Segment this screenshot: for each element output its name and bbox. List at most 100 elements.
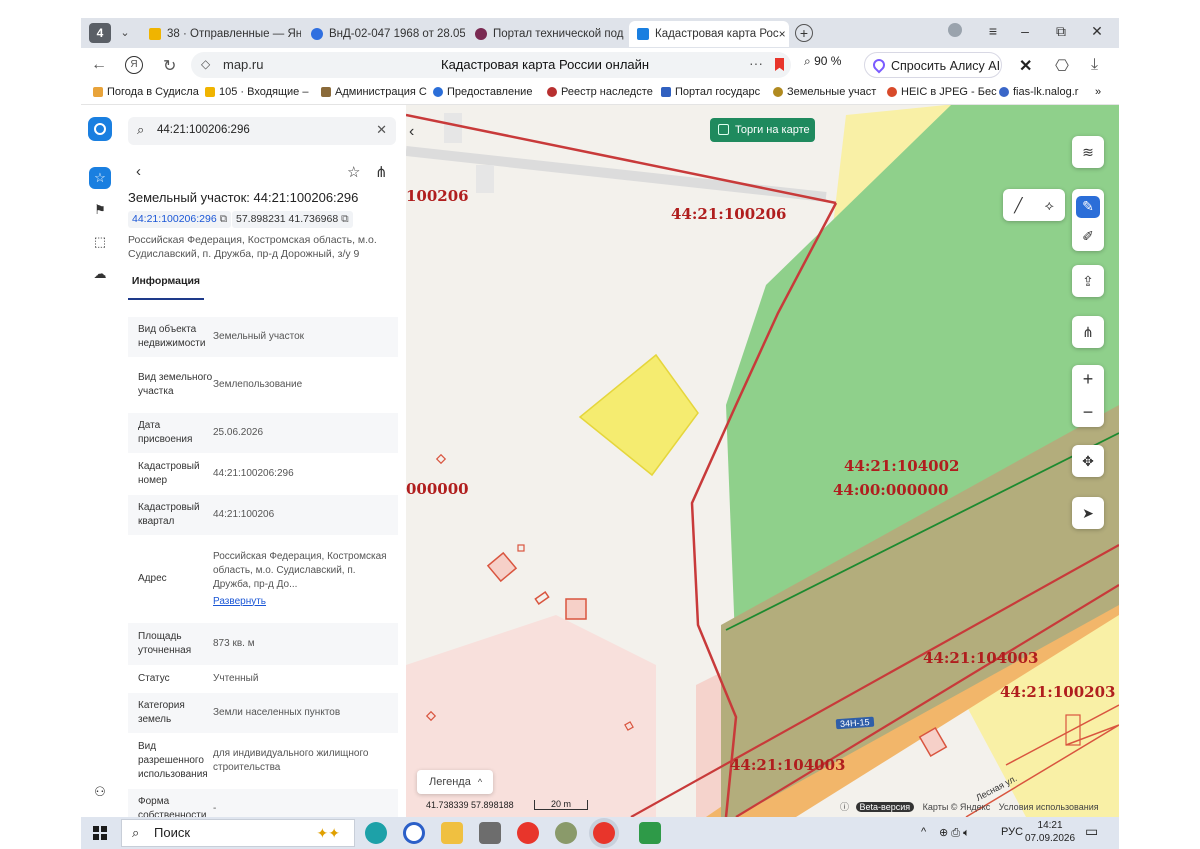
tab-label: Портал технической под [493, 28, 624, 40]
taskbar-search-field[interactable]: ⌕ Поиск ✦✦ [121, 819, 355, 847]
row-value: 25.06.2026 [213, 427, 264, 438]
yandex-browser-active-icon[interactable] [593, 822, 615, 844]
bookmark-inheritance-registry[interactable]: Реестр наследстe [547, 86, 653, 98]
back-icon[interactable]: ← [91, 56, 107, 74]
pencil-icon[interactable]: ✎ [1076, 195, 1100, 218]
coordinates-chip[interactable]: 57.898231 41.736968 ⧉ [232, 211, 353, 228]
close-window-icon[interactable]: ✕ [1087, 23, 1107, 40]
edge-icon[interactable] [365, 822, 387, 844]
locate-me-icon[interactable]: ➤ [1072, 497, 1104, 529]
tab-label: ВнД-02-047 1968 от 28.05 [329, 28, 465, 40]
search-label: Поиск [154, 825, 191, 840]
terms-link[interactable]: Условия использования [999, 802, 1099, 812]
search-field[interactable]: ⌕ 44:21:100206:296 ✕ [128, 117, 396, 145]
select-area-icon[interactable]: ⬚ [89, 231, 111, 253]
map-attribution: ⓘ Beta-версия Карты © Яндекс Условия исп… [840, 800, 1099, 813]
url-field[interactable]: ◇ map.ru Кадастровая карта России онлайн… [191, 52, 791, 78]
tray-status-icons[interactable]: ⊕ ⎙ 🔈︎ [939, 826, 970, 840]
tab-cadastral-map[interactable]: Кадастровая карта Рос × [629, 21, 789, 47]
reload-icon[interactable]: ↻ [163, 56, 176, 76]
tab-document[interactable]: ВнД-02-047 1968 от 28.05 [303, 21, 465, 47]
pan-move-icon[interactable]: ✥ [1072, 445, 1104, 477]
yandex-browser-icon[interactable] [517, 822, 539, 844]
restore-icon[interactable]: ⧉ [1051, 23, 1071, 40]
legend-button[interactable]: Легенда ^ [417, 770, 493, 794]
row-key: Категория земель [138, 700, 185, 725]
app-icon[interactable] [555, 822, 577, 844]
minimize-icon[interactable]: – [1015, 23, 1035, 39]
tab-mail[interactable]: 38 · Отправленные — Янд [141, 21, 301, 47]
tray-chevron-icon[interactable]: ^ [921, 826, 926, 838]
map-label-cadastral: 100206 [406, 187, 469, 205]
row-key: Дата присвоения [138, 420, 193, 445]
tab-list-chevron-icon[interactable]: ⌄ [117, 24, 133, 42]
bookmark-heic-jpeg[interactable]: HEIC в JPEG - Бес [887, 86, 997, 98]
bookmark-fias[interactable]: fias-lk.nalog.r [999, 86, 1078, 98]
file-explorer-icon[interactable] [441, 822, 463, 844]
bookmark-gov-portal[interactable]: Портал государс [661, 86, 760, 98]
windows-start-icon[interactable] [93, 826, 107, 840]
favorite-star-icon[interactable]: ☆ [347, 163, 360, 181]
info-icon[interactable]: ⓘ [840, 802, 849, 812]
back-arrow-icon[interactable]: ‹ [136, 163, 141, 180]
menu-icon[interactable]: ≡ [983, 23, 1003, 39]
chevron-up-icon: ^ [477, 777, 483, 787]
share-map-icon[interactable]: ⋔ [1072, 316, 1104, 348]
tab-portal[interactable]: Портал технической под [467, 21, 627, 47]
bookmark-provision[interactable]: Предоставление [433, 86, 532, 98]
tab-count-badge[interactable]: 4 [89, 23, 111, 43]
bookmarks-more[interactable]: » [1095, 86, 1101, 98]
row-value: 873 кв. м [213, 638, 255, 649]
download-icon[interactable]: ⤓ [1091, 56, 1098, 74]
calculator-icon[interactable] [479, 822, 501, 844]
share-icon[interactable]: ⋔ [375, 163, 388, 181]
spreadsheet-icon[interactable] [639, 822, 661, 844]
language-indicator[interactable]: РУС [1001, 826, 1023, 838]
collapse-panel-icon[interactable]: ‹ [409, 123, 414, 141]
object-title: Земельный участок: 44:21:100206:296 [128, 190, 359, 205]
close-tab-icon[interactable]: × [779, 27, 786, 41]
ask-alice-button[interactable]: Спросить Алису AI [864, 52, 1002, 78]
bookmark-administration[interactable]: Администрация С [321, 86, 427, 98]
new-tab-button[interactable]: + [795, 24, 813, 42]
cadastral-map[interactable]: Торги на карте ‹ 100206 44:21:100206 000… [406, 105, 1119, 817]
clear-search-icon[interactable]: ✕ [376, 122, 387, 138]
notifications-icon[interactable]: ▭ [1085, 823, 1098, 840]
bookmark-weather[interactable]: Погода в Судисла [93, 86, 199, 98]
zoom-icon: ⌕ [804, 54, 811, 68]
layers-icon[interactable]: ≋ [1072, 136, 1104, 168]
zoom-indicator[interactable]: ⌕ 90 % [804, 54, 841, 69]
ruler-line-icon[interactable]: ╱ [1014, 197, 1022, 214]
zoom-in-icon[interactable]: + [1083, 369, 1094, 390]
auctions-on-map-toggle[interactable]: Торги на карте [710, 118, 815, 142]
zoom-out-icon[interactable]: − [1083, 402, 1094, 423]
page-title: Кадастровая карта России онлайн [441, 57, 650, 72]
table-row: Дата присвоения 25.06.2026 [128, 413, 398, 453]
copy-icon[interactable]: ⧉ [341, 213, 349, 225]
clock[interactable]: 14:21 07.09.2026 [1025, 819, 1075, 845]
edit-note-icon[interactable]: ✐ [1082, 228, 1094, 245]
tab-information[interactable]: Информация [128, 270, 204, 300]
expand-address-link[interactable]: Развернуть [213, 595, 390, 609]
bookmark-land-plots[interactable]: Земельные участ [773, 86, 876, 98]
cadastral-number-chip[interactable]: 44:21:100206:296 ⧉ [128, 211, 232, 228]
flag-icon[interactable]: ⚑ [89, 199, 111, 221]
extensions-icon[interactable]: ✕ [1019, 56, 1032, 76]
more-icon[interactable]: ··· [749, 55, 763, 71]
bookmark-inbox[interactable]: 105 · Входящие – [205, 86, 308, 98]
c-app-icon[interactable] [403, 822, 425, 844]
puzzle-icon[interactable]: ⎔ [1055, 56, 1069, 76]
cloud-icon[interactable]: ☁ [89, 263, 111, 285]
site-logo[interactable] [88, 117, 112, 141]
copy-icon[interactable]: ⧉ [220, 213, 228, 225]
row-value: Учтенный [213, 673, 259, 684]
bookmark-label: Реестр наследстe [561, 86, 653, 98]
polygon-tool-icon[interactable]: ⟡ [1045, 197, 1054, 214]
cloud-upload-icon[interactable]: ⇪ [1072, 265, 1104, 297]
bookmark-icon[interactable] [775, 58, 784, 71]
user-icon[interactable]: ⚇ [89, 781, 111, 803]
row-value: Российская Федерация, Костромская област… [213, 550, 398, 609]
profile-icon[interactable] [945, 23, 965, 40]
favorites-star-icon[interactable]: ☆ [89, 167, 111, 189]
yandex-icon[interactable]: Я [125, 54, 143, 74]
